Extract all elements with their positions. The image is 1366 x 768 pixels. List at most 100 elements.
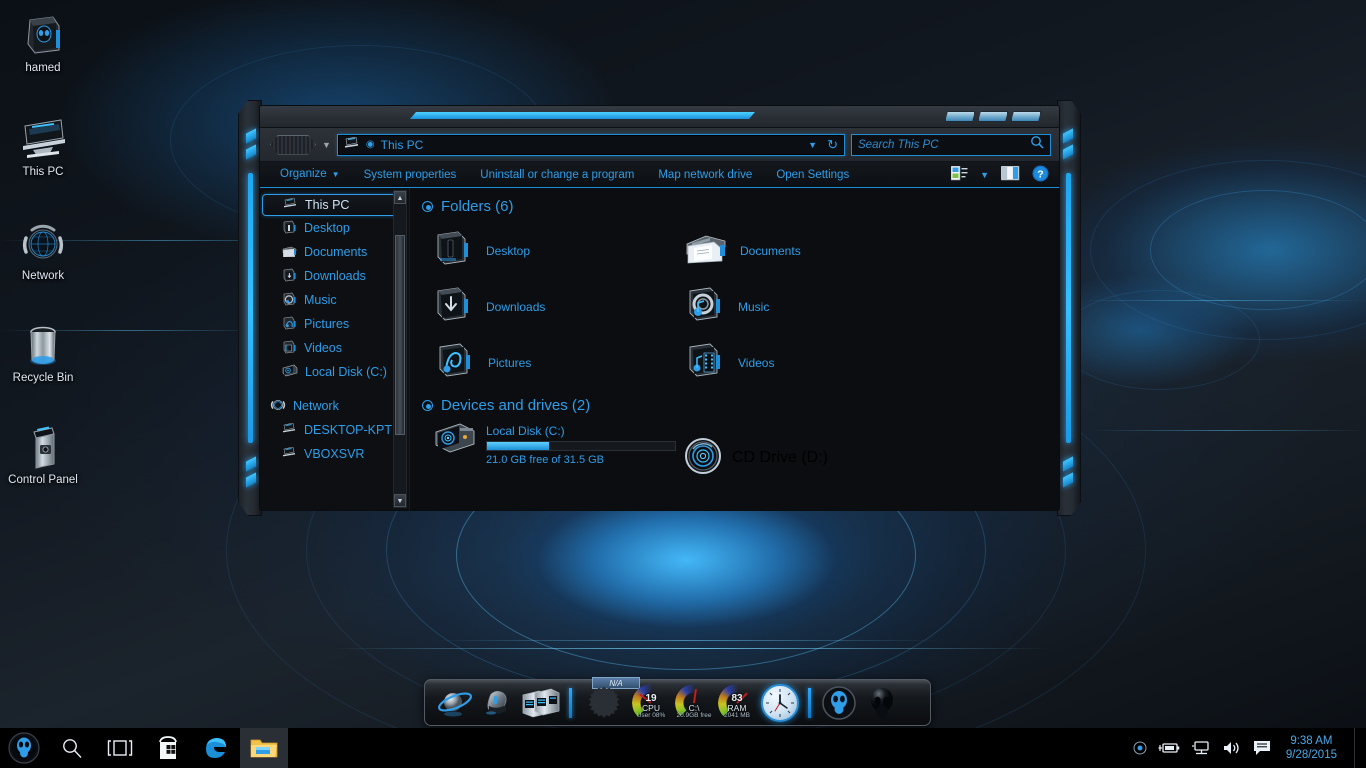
tile-local-disk-c[interactable]: Local Disk (C:) 21.0 GB free of 31.5 GB	[420, 422, 670, 484]
nav-item-desktop[interactable]: Desktop	[260, 216, 409, 240]
tile-downloads[interactable]: Downloads	[420, 279, 670, 335]
search-icon[interactable]	[48, 728, 96, 768]
help-icon[interactable]: ?	[1032, 165, 1049, 185]
show-hidden-icons[interactable]	[1133, 741, 1147, 755]
dock-alienware-blue-icon[interactable]	[819, 683, 859, 723]
organize-label: Organize	[280, 168, 327, 180]
dock-separator	[808, 688, 811, 718]
chevron-down-icon[interactable]: ▼	[808, 140, 817, 150]
view-chevron-down-icon[interactable]: ▼	[980, 170, 989, 180]
desktop-icon-this-pc[interactable]: This PC	[6, 112, 80, 179]
network-icon[interactable]	[1191, 740, 1211, 756]
address-bar[interactable]: ◉ This PC ▼ ↻	[337, 134, 845, 156]
nav-item-videos[interactable]: Videos	[260, 336, 409, 360]
desktop-icon-recycle-bin[interactable]: Recycle Bin	[6, 318, 80, 385]
nav-item-this-pc[interactable]: This PC	[262, 194, 403, 216]
open-settings-button[interactable]: Open Settings	[764, 162, 861, 188]
desktop-dock[interactable]: N/A 19 CPU User 08% C:\ 20.9GB free 83 R…	[424, 679, 931, 726]
tile-label: Documents	[740, 244, 801, 258]
tile-label: Downloads	[486, 300, 545, 314]
action-center-icon[interactable]	[1253, 740, 1271, 756]
microsoft-store-icon[interactable]	[144, 728, 192, 768]
desktop-icon-control-panel[interactable]: Control Panel	[6, 420, 80, 487]
nav-item-desktop-kpt[interactable]: DESKTOP-KPT	[260, 418, 409, 442]
nav-item-downloads[interactable]: Downloads	[260, 264, 409, 288]
window-titlebar[interactable]	[260, 106, 1059, 128]
recent-locations-icon[interactable]: ▼	[322, 140, 331, 150]
navigation-pane[interactable]: This PC Desktop	[260, 188, 410, 510]
group-header-devices[interactable]: Devices and drives (2)	[422, 397, 1059, 414]
clock-date: 9/28/2015	[1286, 748, 1337, 762]
videos-folder-icon	[282, 340, 297, 357]
taskbar-clock[interactable]: 9:38 AM 9/28/2015	[1282, 734, 1343, 762]
group-header-folders[interactable]: Folders (6)	[422, 198, 1059, 215]
tile-cd-drive-d[interactable]: CD Drive (D:)	[670, 422, 920, 484]
devices-tile-grid: Local Disk (C:) 21.0 GB free of 31.5 GB	[420, 422, 1059, 484]
address-path: This PC	[381, 138, 803, 152]
dock-ram-gauge[interactable]: 83 RAM 2041 MB	[717, 683, 757, 723]
file-explorer-icon[interactable]	[240, 728, 288, 768]
tile-desktop[interactable]: Desktop	[420, 223, 670, 279]
refresh-icon[interactable]: ↻	[827, 137, 838, 153]
tile-documents[interactable]: Documents	[670, 223, 920, 279]
file-explorer-window[interactable]: ▼ ◉ This PC ▼ ↻ Search This PC	[238, 100, 1081, 516]
show-desktop-button[interactable]	[1354, 728, 1360, 768]
nav-item-network[interactable]: Network	[260, 394, 409, 418]
tile-label: Pictures	[488, 356, 531, 370]
nav-item-local-disk-c[interactable]: Local Disk (C:)	[260, 360, 409, 384]
windows-taskbar[interactable]: 9:38 AM 9/28/2015	[0, 728, 1366, 768]
tile-pictures[interactable]: Pictures	[420, 335, 670, 391]
computer-small-icon	[282, 423, 297, 438]
chrome-glow-strip	[1066, 173, 1071, 443]
file-list-pane[interactable]: Folders (6)	[410, 188, 1059, 510]
preview-pane-icon[interactable]	[1001, 166, 1020, 184]
navpane-scrollbar[interactable]: ▲ ▼	[393, 190, 407, 508]
nav-item-label: Pictures	[304, 317, 349, 331]
nav-item-pictures[interactable]: Pictures	[260, 312, 409, 336]
volume-icon[interactable]	[1222, 740, 1242, 756]
close-button[interactable]	[1011, 111, 1041, 122]
nav-item-vboxsvr[interactable]: VBOXSVR	[260, 442, 409, 466]
dock-browser-orbit-icon[interactable]	[435, 683, 475, 723]
back-forward-buttons[interactable]	[270, 135, 316, 155]
task-view-icon[interactable]	[96, 728, 144, 768]
maximize-button[interactable]	[978, 111, 1008, 122]
collapse-toggle-icon[interactable]	[422, 201, 433, 212]
chrome-notch	[246, 144, 256, 159]
change-view-icon[interactable]	[951, 166, 968, 184]
uninstall-change-program-button[interactable]: Uninstall or change a program	[468, 162, 646, 188]
dock-server-drive-icon[interactable]	[521, 683, 561, 723]
desktop-icon-hamed[interactable]: hamed	[6, 8, 80, 75]
system-tray[interactable]: 9:38 AM 9/28/2015	[1133, 728, 1366, 768]
search-icon[interactable]	[1030, 135, 1044, 154]
tile-music[interactable]: Music	[670, 279, 920, 335]
nav-item-music[interactable]: Music	[260, 288, 409, 312]
minimize-button[interactable]	[945, 111, 975, 122]
dock-alienware-black-icon[interactable]	[862, 683, 902, 723]
chrome-notch	[246, 472, 256, 487]
recycle-bin-icon	[6, 318, 80, 368]
search-box[interactable]: Search This PC	[851, 134, 1051, 156]
dock-mouse-icon[interactable]	[478, 683, 518, 723]
dock-weather-gadget[interactable]: N/A	[580, 683, 628, 723]
wallpaper-line	[330, 648, 1050, 649]
nav-item-documents[interactable]: Documents	[260, 240, 409, 264]
scroll-down-icon[interactable]: ▼	[394, 494, 406, 507]
tile-videos[interactable]: Videos	[670, 335, 920, 391]
edge-browser-icon[interactable]	[192, 728, 240, 768]
battery-icon[interactable]	[1158, 741, 1180, 755]
drive-name: Local Disk (C:)	[486, 424, 676, 438]
nav-item-label: Music	[304, 293, 337, 307]
scrollbar-thumb[interactable]	[395, 235, 405, 435]
desktop-icon-network[interactable]: Network	[6, 216, 80, 283]
scroll-up-icon[interactable]: ▲	[394, 191, 406, 204]
drive-info: Local Disk (C:) 21.0 GB free of 31.5 GB	[486, 422, 676, 466]
window-chrome-right	[1057, 100, 1081, 516]
start-button[interactable]	[0, 728, 48, 768]
system-properties-button[interactable]: System properties	[352, 162, 469, 188]
collapse-toggle-icon[interactable]	[422, 400, 433, 411]
organize-menu-button[interactable]: Organize▼	[268, 161, 352, 188]
map-network-drive-button[interactable]: Map network drive	[646, 162, 764, 188]
dock-clock-gadget[interactable]	[760, 683, 800, 723]
search-input[interactable]: Search This PC	[858, 139, 1030, 151]
